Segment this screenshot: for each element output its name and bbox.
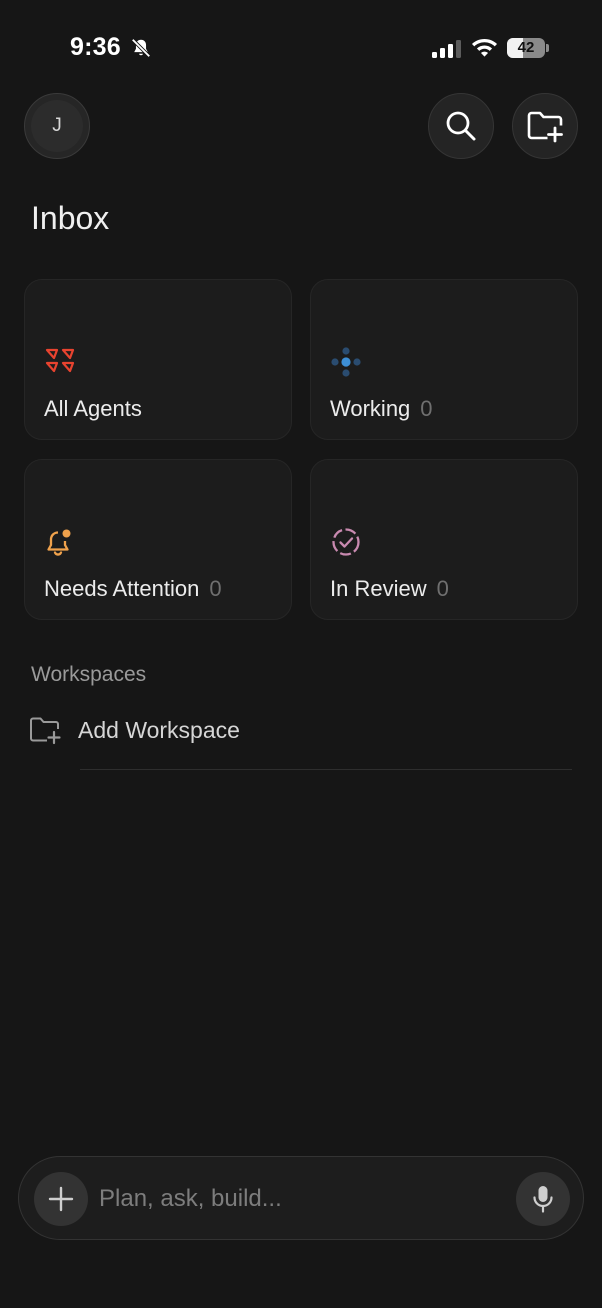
card-label: Needs Attention — [44, 576, 200, 601]
card-in-review[interactable]: In Review 0 — [310, 459, 578, 620]
folder-plus-icon — [30, 717, 61, 745]
divider — [80, 769, 572, 770]
card-all-agents[interactable]: All Agents — [24, 279, 292, 440]
search-button[interactable] — [428, 93, 494, 159]
card-working[interactable]: Working 0 — [310, 279, 578, 440]
wifi-icon — [472, 39, 497, 57]
page-title: Inbox — [31, 200, 110, 236]
card-needs-attention[interactable]: Needs Attention 0 — [24, 459, 292, 620]
card-count: 0 — [420, 396, 433, 421]
workspaces-section-label: Workspaces — [31, 663, 147, 686]
status-time: 9:36 — [70, 33, 121, 61]
battery-indicator: 42 — [507, 38, 549, 58]
card-count: 0 — [436, 576, 449, 601]
add-workspace-label: Add Workspace — [78, 716, 240, 743]
battery-level: 42 — [517, 39, 535, 56]
working-dots-icon — [331, 347, 361, 377]
bell-slash-icon — [131, 38, 151, 58]
agents-icon — [45, 348, 75, 373]
card-label: In Review — [330, 576, 427, 601]
folder-plus-icon — [527, 111, 563, 143]
card-label: All Agents — [44, 396, 142, 421]
review-check-icon — [332, 528, 360, 556]
bell-alert-icon — [47, 529, 71, 556]
microphone-button[interactable] — [516, 1172, 570, 1226]
card-label: Working — [330, 396, 411, 421]
microphone-icon — [533, 1186, 553, 1213]
composer-bar — [18, 1156, 584, 1240]
card-count: 0 — [209, 576, 222, 601]
avatar-initial: J — [31, 100, 83, 152]
new-workspace-button[interactable] — [512, 93, 578, 159]
cellular-signal-icon — [432, 40, 461, 58]
prompt-input[interactable] — [99, 1177, 499, 1221]
plus-icon — [48, 1186, 74, 1212]
avatar-button[interactable]: J — [24, 93, 90, 159]
add-workspace-item[interactable]: Add Workspace — [28, 708, 576, 752]
add-attachment-button[interactable] — [34, 1172, 88, 1226]
search-icon — [446, 111, 476, 141]
inbox-screen: 9:36 42 J Inbox All Agents Working 0 Nee… — [0, 0, 602, 1308]
